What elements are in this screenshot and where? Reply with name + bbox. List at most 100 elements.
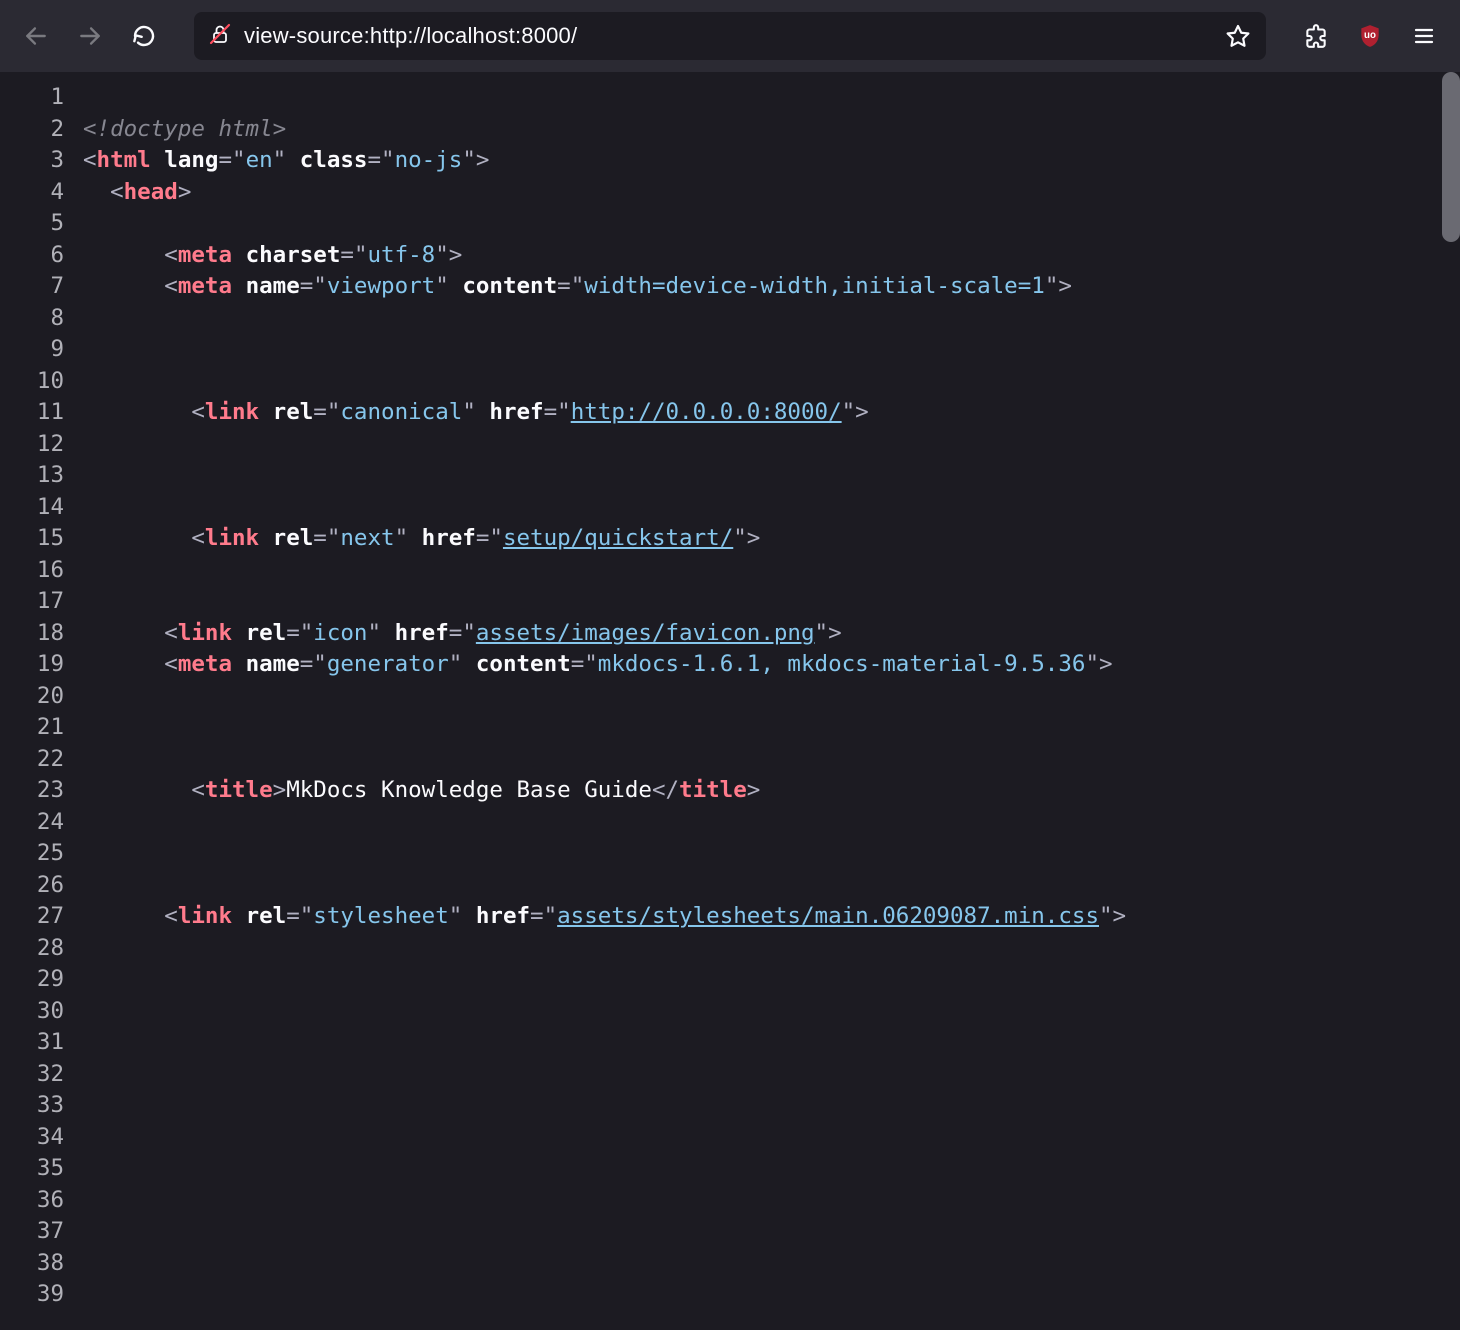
url-bar[interactable]: view-source:http://localhost:8000/ xyxy=(194,12,1266,60)
shield-icon: uo xyxy=(1357,23,1383,49)
hamburger-icon xyxy=(1412,24,1436,48)
source-line xyxy=(83,1027,1460,1059)
line-number: 4 xyxy=(0,177,74,209)
line-number: 16 xyxy=(0,555,74,587)
browser-toolbar: view-source:http://localhost:8000/ uo xyxy=(0,0,1460,72)
line-number: 2 xyxy=(0,114,74,146)
line-number: 1 xyxy=(0,82,74,114)
source-line xyxy=(83,1090,1460,1122)
arrow-left-icon xyxy=(23,23,49,49)
source-line xyxy=(83,1153,1460,1185)
line-number: 27 xyxy=(0,901,74,933)
source-line xyxy=(83,996,1460,1028)
line-number: 33 xyxy=(0,1090,74,1122)
source-line: <link rel="icon" href="assets/images/fav… xyxy=(83,618,1460,650)
source-code[interactable]: <!doctype html><html lang="en" class="no… xyxy=(74,72,1460,1330)
source-line xyxy=(83,744,1460,776)
source-line xyxy=(83,429,1460,461)
ublock-button[interactable]: uo xyxy=(1348,14,1392,58)
source-link[interactable]: setup/quickstart/ xyxy=(503,525,733,551)
line-number-gutter: 1234567891011121314151617181920212223242… xyxy=(0,72,74,1330)
puzzle-icon xyxy=(1303,23,1329,49)
line-number: 23 xyxy=(0,775,74,807)
source-link[interactable]: assets/stylesheets/main.06209087.min.css xyxy=(557,903,1099,929)
source-line xyxy=(83,1216,1460,1248)
line-number: 14 xyxy=(0,492,74,524)
line-number: 24 xyxy=(0,807,74,839)
source-line xyxy=(83,1059,1460,1091)
source-line xyxy=(83,712,1460,744)
source-line xyxy=(83,555,1460,587)
source-line xyxy=(83,82,1460,114)
url-text[interactable]: view-source:http://localhost:8000/ xyxy=(244,23,1212,49)
source-link[interactable]: assets/images/favicon.png xyxy=(476,620,815,646)
source-line: <html lang="en" class="no-js"> xyxy=(83,145,1460,177)
reload-button[interactable] xyxy=(122,14,166,58)
line-number: 12 xyxy=(0,429,74,461)
line-number: 32 xyxy=(0,1059,74,1091)
line-number: 28 xyxy=(0,933,74,965)
source-view: 1234567891011121314151617181920212223242… xyxy=(0,72,1460,1330)
line-number: 21 xyxy=(0,712,74,744)
vertical-scrollbar[interactable] xyxy=(1442,72,1460,242)
line-number: 26 xyxy=(0,870,74,902)
line-number: 9 xyxy=(0,334,74,366)
back-button[interactable] xyxy=(14,14,58,58)
source-line xyxy=(83,1248,1460,1280)
line-number: 19 xyxy=(0,649,74,681)
line-number: 8 xyxy=(0,303,74,335)
app-menu-button[interactable] xyxy=(1402,14,1446,58)
line-number: 3 xyxy=(0,145,74,177)
source-link[interactable]: http://0.0.0.0:8000/ xyxy=(571,399,842,425)
line-number: 17 xyxy=(0,586,74,618)
svg-text:uo: uo xyxy=(1364,30,1376,41)
line-number: 37 xyxy=(0,1216,74,1248)
source-line: <title>MkDocs Knowledge Base Guide</titl… xyxy=(83,775,1460,807)
source-line: <link rel="canonical" href="http://0.0.0… xyxy=(83,397,1460,429)
line-number: 35 xyxy=(0,1153,74,1185)
line-number: 5 xyxy=(0,208,74,240)
line-number: 30 xyxy=(0,996,74,1028)
line-number: 31 xyxy=(0,1027,74,1059)
line-number: 34 xyxy=(0,1122,74,1154)
source-line: <link rel="next" href="setup/quickstart/… xyxy=(83,523,1460,555)
line-number: 20 xyxy=(0,681,74,713)
line-number: 22 xyxy=(0,744,74,776)
line-number: 38 xyxy=(0,1248,74,1280)
extensions-button[interactable] xyxy=(1294,14,1338,58)
source-line xyxy=(83,1122,1460,1154)
line-number: 6 xyxy=(0,240,74,272)
source-line xyxy=(83,681,1460,713)
source-line: <!doctype html> xyxy=(83,114,1460,146)
line-number: 11 xyxy=(0,397,74,429)
source-line xyxy=(83,1279,1460,1311)
arrow-right-icon xyxy=(77,23,103,49)
source-line: <meta name="generator" content="mkdocs-1… xyxy=(83,649,1460,681)
source-line xyxy=(83,303,1460,335)
source-line xyxy=(83,208,1460,240)
source-line xyxy=(83,1185,1460,1217)
forward-button[interactable] xyxy=(68,14,112,58)
source-line xyxy=(83,366,1460,398)
bookmark-button[interactable] xyxy=(1224,22,1252,50)
line-number: 25 xyxy=(0,838,74,870)
line-number: 15 xyxy=(0,523,74,555)
line-number: 39 xyxy=(0,1279,74,1311)
source-line xyxy=(83,870,1460,902)
line-number: 13 xyxy=(0,460,74,492)
source-line: <head> xyxy=(83,177,1460,209)
source-line xyxy=(83,586,1460,618)
source-line: <link rel="stylesheet" href="assets/styl… xyxy=(83,901,1460,933)
star-icon xyxy=(1225,23,1251,49)
line-number: 10 xyxy=(0,366,74,398)
insecure-lock-icon xyxy=(208,22,232,51)
source-line: <meta charset="utf-8"> xyxy=(83,240,1460,272)
source-line xyxy=(83,933,1460,965)
line-number: 18 xyxy=(0,618,74,650)
line-number: 29 xyxy=(0,964,74,996)
source-line xyxy=(83,492,1460,524)
source-line xyxy=(83,334,1460,366)
source-line: <meta name="viewport" content="width=dev… xyxy=(83,271,1460,303)
line-number: 7 xyxy=(0,271,74,303)
line-number: 36 xyxy=(0,1185,74,1217)
